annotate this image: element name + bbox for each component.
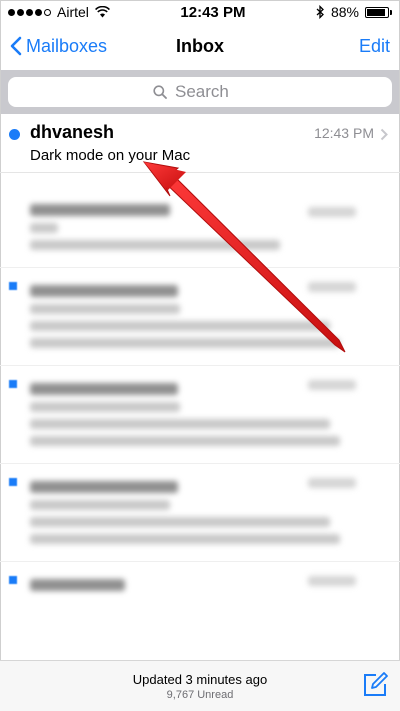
blurred-message-row[interactable] <box>0 173 400 268</box>
chevron-right-icon <box>380 128 388 141</box>
battery-percent: 88% <box>330 4 359 20</box>
updated-status: Updated 3 minutes ago <box>132 671 268 687</box>
message-subject: Dark mode on your Mac <box>30 147 191 164</box>
status-time: 12:43 PM <box>180 3 246 21</box>
unread-indicator <box>9 129 20 140</box>
bottom-toolbar: Updated 3 minutes ago 9,767 Unread <box>0 660 400 711</box>
unread-count: 9,767 Unread <box>166 688 234 701</box>
back-label: Mailboxes <box>26 35 108 56</box>
battery-level-fill <box>366 8 385 16</box>
unread-indicator <box>9 380 17 388</box>
navigation-bar: Mailboxes Inbox Edit <box>0 24 400 68</box>
unread-indicator <box>9 282 17 290</box>
bluetooth-icon <box>316 5 324 19</box>
blurred-message-row[interactable] <box>0 562 400 608</box>
blurred-message-row[interactable] <box>0 268 400 366</box>
message-sender: dhvanesh <box>30 122 115 142</box>
unread-indicator <box>9 576 17 584</box>
message-time: 12:43 PM <box>314 125 374 141</box>
status-bar: Airtel 12:43 PM 88% <box>0 0 400 24</box>
wifi-icon <box>94 6 110 18</box>
chevron-left-icon <box>10 36 22 56</box>
search-field[interactable] <box>8 77 392 107</box>
blurred-message-row[interactable] <box>0 366 400 464</box>
message-row-dhvanesh[interactable]: dhvanesh 12:43 PM Dark mode on your Mac <box>0 116 400 173</box>
signal-strength-icon <box>8 8 51 16</box>
message-list: dhvanesh 12:43 PM Dark mode on your Mac <box>0 116 400 608</box>
compose-icon[interactable] <box>362 672 388 698</box>
edit-button[interactable]: Edit <box>359 36 390 57</box>
carrier-name: Airtel <box>57 4 89 20</box>
search-icon <box>153 85 167 99</box>
mailboxes-back-button[interactable]: Mailboxes <box>10 36 107 57</box>
search-bar-container <box>0 70 400 114</box>
battery-icon <box>364 6 392 18</box>
search-input[interactable] <box>173 81 247 103</box>
unread-indicator <box>9 478 17 486</box>
blurred-message-row[interactable] <box>0 464 400 562</box>
